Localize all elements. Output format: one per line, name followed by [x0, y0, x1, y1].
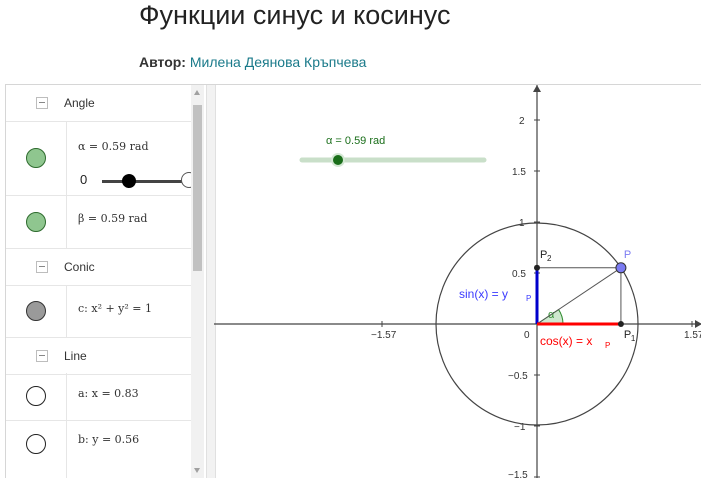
algebra-expression[interactable]: β = 0.59 rad — [78, 212, 147, 225]
y-tick-label: 0.5 — [512, 269, 526, 280]
group-label: Conic — [64, 260, 95, 274]
scroll-up-icon[interactable] — [194, 90, 200, 95]
y-tick-label: −0.5 — [508, 371, 528, 382]
algebra-item-line-a[interactable]: a: x = 0.83 — [6, 373, 191, 421]
group-header-conic[interactable]: Conic — [6, 249, 191, 286]
point-p[interactable] — [615, 262, 627, 274]
sin-label-subscript: P — [526, 294, 531, 303]
point-p1-subscript: 1 — [631, 334, 636, 343]
author-line: Автор: Милена Деянова Кръпчева — [139, 54, 366, 70]
group-label: Angle — [64, 96, 95, 110]
cos-label-subscript: P — [605, 341, 610, 350]
collapse-icon[interactable] — [36, 261, 48, 273]
page-title: Функции синус и косинус — [139, 0, 451, 30]
scroll-thumb[interactable] — [193, 105, 202, 271]
collapse-icon[interactable] — [36, 350, 48, 362]
y-tick-label: 2 — [519, 116, 525, 127]
y-tick-label: 1.5 — [512, 167, 526, 178]
algebra-expression[interactable]: a: x = 0.83 — [78, 387, 139, 400]
slider-track[interactable] — [102, 180, 191, 183]
sin-label: sin(x) = y — [459, 287, 508, 301]
x-axis-arrow-icon — [695, 320, 701, 328]
point-p2[interactable] — [534, 264, 540, 271]
group-header-line[interactable]: Line — [6, 338, 191, 375]
algebra-scrollbar[interactable] — [191, 85, 204, 478]
angle-label: α — [548, 309, 555, 321]
slider-min-label: 0 — [80, 172, 88, 187]
visibility-toggle[interactable] — [6, 421, 67, 478]
visibility-toggle[interactable] — [6, 286, 67, 337]
radius-segment — [536, 267, 622, 325]
graphics-view[interactable]: −1.57 0 1.57 2 1.5 1 0.5 −0.5 −1 −1.5 P … — [214, 85, 701, 478]
slider-knob[interactable] — [122, 174, 136, 188]
x-tick-label: 1.57 — [684, 330, 701, 341]
collapse-icon[interactable] — [36, 97, 48, 109]
y-axis-arrow-icon — [533, 85, 541, 92]
graphics-canvas[interactable]: −1.57 0 1.57 2 1.5 1 0.5 −0.5 −1 −1.5 PP… — [214, 85, 701, 478]
algebra-item-alpha[interactable]: α = 0.59 rad 0 — [6, 122, 197, 196]
visibility-dot-icon[interactable] — [26, 301, 46, 321]
algebra-view: Angle α = 0.59 rad 0 β = 0.59 rad Conic — [6, 85, 204, 478]
visibility-dot-icon[interactable] — [26, 148, 46, 168]
alpha-slider-label: α = 0.59 rad — [326, 135, 385, 147]
algebra-expression[interactable]: b: y = 0.56 — [78, 433, 139, 446]
algebra-expression[interactable]: c: x² + y² = 1 — [78, 302, 152, 315]
x-tick-label: 0 — [524, 330, 530, 341]
point-p1[interactable] — [617, 321, 624, 327]
visibility-dot-icon[interactable] — [26, 434, 46, 454]
unit-circle-construction: αPP1P2sin(x) = yPcos(x) = xP — [459, 249, 636, 350]
author-label: Автор: — [139, 54, 186, 70]
algebra-item-beta[interactable]: β = 0.59 rad — [6, 196, 191, 249]
visibility-dot-icon[interactable] — [26, 386, 46, 406]
visibility-toggle[interactable] — [6, 373, 67, 420]
group-header-angle[interactable]: Angle — [6, 85, 191, 122]
cos-label: cos(x) = x — [540, 334, 592, 348]
algebra-item-line-b[interactable]: b: y = 0.56 — [6, 421, 191, 478]
visibility-toggle[interactable] — [6, 122, 67, 195]
algebra-item-circle[interactable]: c: x² + y² = 1 — [6, 286, 191, 338]
point-p2-subscript: 2 — [547, 254, 552, 263]
group-label: Line — [64, 349, 87, 363]
visibility-dot-icon[interactable] — [26, 212, 46, 232]
point-p-label: P — [624, 249, 631, 261]
alpha-slider-knob[interactable] — [333, 155, 343, 165]
visibility-toggle[interactable] — [6, 196, 67, 248]
geogebra-applet: Angle α = 0.59 rad 0 β = 0.59 rad Conic — [5, 84, 701, 478]
author-link[interactable]: Милена Деянова Кръпчева — [190, 54, 367, 70]
algebra-expression[interactable]: α = 0.59 rad — [78, 140, 149, 153]
alpha-mini-slider[interactable]: 0 — [78, 172, 197, 192]
scroll-down-icon[interactable] — [194, 468, 200, 473]
x-tick-label: −1.57 — [371, 330, 397, 341]
